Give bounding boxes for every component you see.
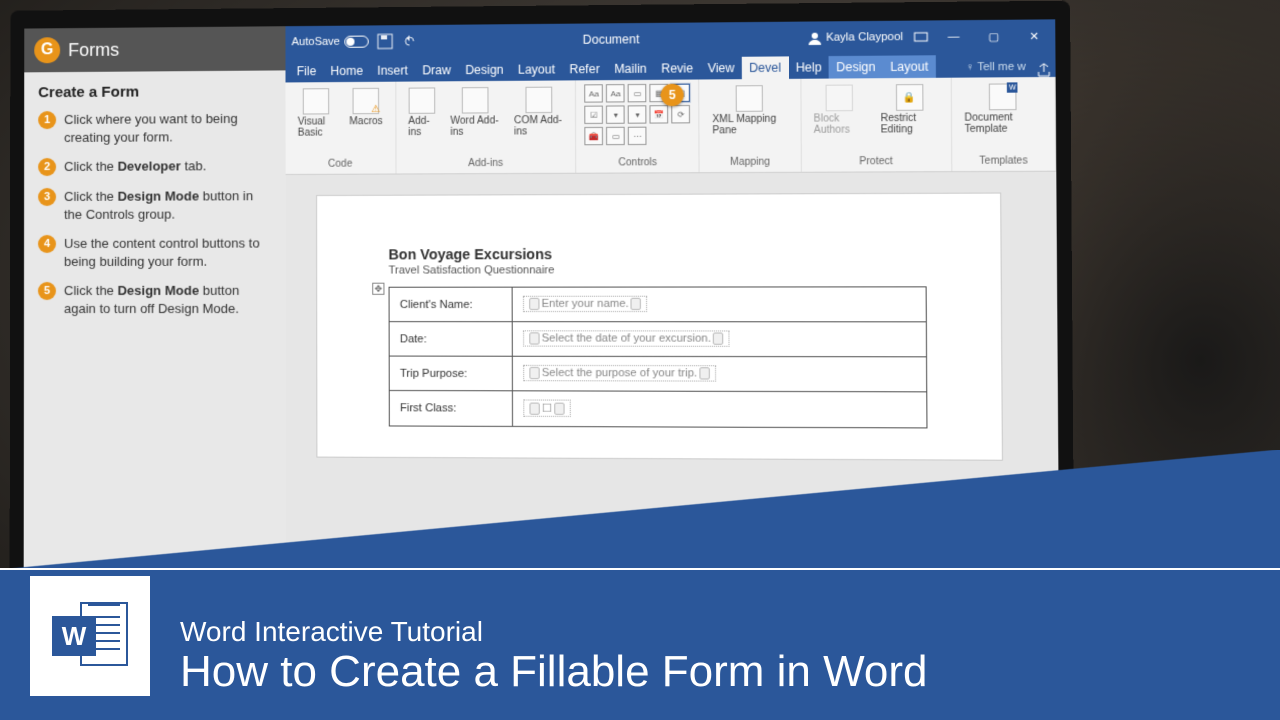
user-icon <box>807 31 822 45</box>
ribbon-group-code: Visual Basic ⚠Macros Code <box>286 82 397 174</box>
picture-control-button[interactable]: ▭ <box>628 84 647 102</box>
tell-me-search[interactable]: ♀ Tell me w <box>959 57 1032 78</box>
tab-view[interactable]: View <box>700 57 742 80</box>
step-5: 5Click the Design Mode button again to t… <box>38 282 272 317</box>
minimize-button[interactable]: — <box>939 26 969 47</box>
step-number-icon: 1 <box>38 111 56 129</box>
plain-text-control-button[interactable]: Aa <box>606 84 625 102</box>
content-control-purpose[interactable]: Select the purpose of your trip. <box>523 365 716 382</box>
tab-layout[interactable]: Layout <box>511 58 563 81</box>
doc-title: Bon Voyage Excursions <box>388 245 926 262</box>
title-banner: W Word Interactive Tutorial How to Creat… <box>0 510 1280 720</box>
table-row: Date: Select the date of your excursion. <box>389 322 926 357</box>
rich-text-control-button[interactable]: Aa <box>585 84 604 102</box>
visual-basic-button[interactable]: Visual Basic <box>294 86 340 141</box>
date-picker-control-button[interactable]: 📅 <box>650 105 669 123</box>
step-2: 2Click the Developer tab. <box>38 157 271 176</box>
tutorial-header: G Forms <box>24 26 285 72</box>
step-3: 3Click the Design Mode button in the Con… <box>38 187 271 223</box>
tutorial-header-label: Forms <box>68 39 119 60</box>
ribbon-group-addins: Add-ins Word Add-ins COM Add-ins Add-ins <box>396 80 577 173</box>
step-4: 4Use the content control buttons to bein… <box>38 235 271 271</box>
step-1: 1Click where you want to being creating … <box>38 110 271 146</box>
table-row: Trip Purpose: Select the purpose of your … <box>389 356 927 392</box>
properties-button[interactable]: ⋯ <box>628 127 647 145</box>
user-account[interactable]: Kayla Claypool <box>807 30 903 45</box>
banner-subtitle: Word Interactive Tutorial <box>180 616 927 648</box>
tab-developer[interactable]: Devel <box>742 56 789 79</box>
share-icon[interactable] <box>1036 63 1051 78</box>
dropdown-control-button[interactable]: ▾ <box>628 105 647 123</box>
macros-button[interactable]: ⚠Macros <box>345 86 387 130</box>
tab-insert[interactable]: Insert <box>370 59 415 82</box>
xml-mapping-button[interactable]: XML Mapping Pane <box>708 83 792 139</box>
field-label: First Class: <box>389 390 512 425</box>
ribbon: Visual Basic ⚠Macros Code Add-ins Word A… <box>286 77 1057 175</box>
table-row: Client's Name: Enter your name. <box>389 287 926 322</box>
tab-help[interactable]: Help <box>788 56 829 79</box>
tab-table-layout[interactable]: Layout <box>883 55 936 78</box>
tab-table-design[interactable]: Design <box>829 56 883 79</box>
ribbon-group-mapping: XML Mapping Pane Mapping <box>700 79 802 172</box>
tab-review[interactable]: Revie <box>654 57 700 80</box>
checkbox-control-button[interactable]: ☑ <box>585 106 604 124</box>
tab-draw[interactable]: Draw <box>415 59 458 82</box>
table-anchor-icon[interactable]: ✥ <box>372 283 384 295</box>
block-authors-button[interactable]: Block Authors <box>809 82 870 138</box>
legacy-tools-button[interactable]: 🧰 <box>585 127 604 145</box>
field-label: Date: <box>389 322 512 357</box>
table-row: First Class: ☐ <box>389 390 927 427</box>
word-addins-button[interactable]: Word Add-ins <box>446 85 504 140</box>
word-app-icon: W <box>30 576 150 696</box>
maximize-button[interactable]: ▢ <box>979 26 1009 47</box>
tab-mailings[interactable]: Mailin <box>607 57 654 80</box>
tab-design[interactable]: Design <box>458 59 511 82</box>
field-label: Client's Name: <box>389 287 512 322</box>
tab-file[interactable]: File <box>290 60 324 82</box>
step-number-icon: 5 <box>38 282 56 300</box>
addins-button[interactable]: Add-ins <box>404 85 440 140</box>
banner-title: How to Create a Fillable Form in Word <box>180 648 927 696</box>
tab-references[interactable]: Refer <box>562 58 607 81</box>
content-control-name[interactable]: Enter your name. <box>523 296 648 312</box>
repeating-section-button[interactable]: ⟳ <box>672 105 691 123</box>
callout-step-5: 5 <box>661 84 684 107</box>
com-addins-button[interactable]: COM Add-ins <box>510 85 567 140</box>
group-button[interactable]: ▭ <box>606 127 625 145</box>
customguide-logo-icon: G <box>34 37 60 63</box>
tutorial-title: Create a Form <box>38 83 271 102</box>
document-template-button[interactable]: WDocument Template <box>960 81 1046 137</box>
doc-subtitle: Travel Satisfaction Questionnaire <box>389 264 927 277</box>
tab-home[interactable]: Home <box>323 60 370 83</box>
content-control-date[interactable]: Select the date of your excursion. <box>523 330 730 347</box>
save-icon[interactable] <box>377 33 393 49</box>
field-label: Trip Purpose: <box>389 356 512 391</box>
document-page: Bon Voyage Excursions Travel Satisfactio… <box>316 193 1003 461</box>
restrict-editing-button[interactable]: 🔒Restrict Editing <box>876 82 942 138</box>
autosave-toggle[interactable]: AutoSave <box>292 36 369 49</box>
content-control-firstclass[interactable]: ☐ <box>523 399 570 416</box>
toggle-icon <box>344 36 368 48</box>
ribbon-group-protect: Block Authors 🔒Restrict Editing Protect <box>801 78 952 172</box>
step-number-icon: 2 <box>38 158 56 176</box>
step-number-icon: 3 <box>38 188 56 206</box>
ribbon-display-icon[interactable] <box>913 30 928 44</box>
document-title: Document <box>417 31 807 48</box>
ribbon-group-templates: WDocument Template Templates <box>952 77 1057 171</box>
combo-box-control-button[interactable]: ▾ <box>606 105 625 123</box>
form-table: Client's Name: Enter your name. Date: Sele… <box>389 286 928 428</box>
close-button[interactable]: ✕ <box>1019 26 1049 47</box>
undo-icon[interactable] <box>401 33 417 49</box>
step-number-icon: 4 <box>38 235 56 253</box>
